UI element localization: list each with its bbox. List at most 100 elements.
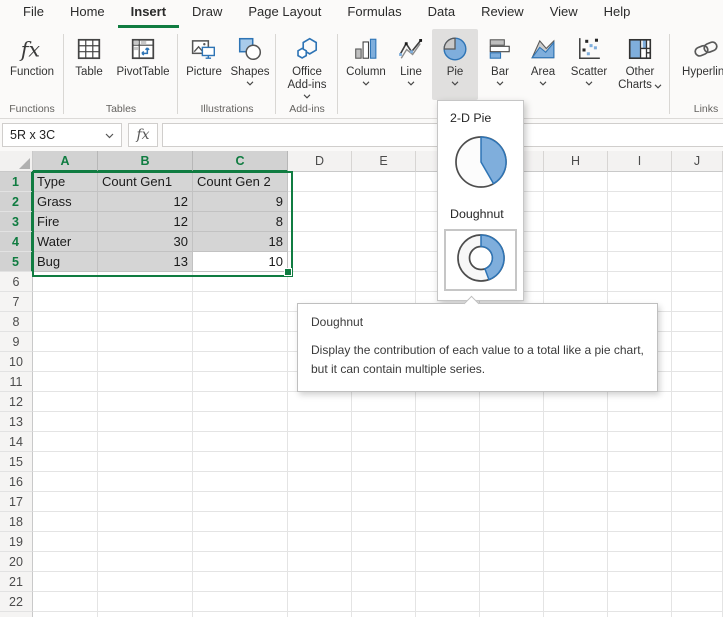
cell-F23[interactable] <box>416 612 480 617</box>
cell-C6[interactable] <box>193 272 288 292</box>
row-header-23[interactable]: 23 <box>0 612 33 617</box>
cell-H21[interactable] <box>544 572 608 592</box>
cell-E14[interactable] <box>352 432 416 452</box>
column-header-a[interactable]: A <box>33 151 98 172</box>
cell-G17[interactable] <box>480 492 544 512</box>
shapes-button[interactable]: Shapes <box>228 29 272 100</box>
cell-I3[interactable] <box>608 212 672 232</box>
cell-A21[interactable] <box>33 572 98 592</box>
cell-H20[interactable] <box>544 552 608 572</box>
cell-J5[interactable] <box>672 252 723 272</box>
cell-F18[interactable] <box>416 512 480 532</box>
insert-function-button[interactable]: fx <box>128 123 158 147</box>
cell-D13[interactable] <box>288 412 352 432</box>
function-button[interactable]: fxFunction <box>4 29 60 100</box>
tab-review[interactable]: Review <box>468 0 537 28</box>
cell-D20[interactable] <box>288 552 352 572</box>
cell-C4[interactable]: 18 <box>193 232 288 252</box>
cell-F15[interactable] <box>416 452 480 472</box>
cell-J19[interactable] <box>672 532 723 552</box>
cell-E15[interactable] <box>352 452 416 472</box>
cell-H15[interactable] <box>544 452 608 472</box>
cell-E2[interactable] <box>352 192 416 212</box>
cell-J1[interactable] <box>672 172 723 192</box>
cell-F13[interactable] <box>416 412 480 432</box>
cell-B15[interactable] <box>98 452 193 472</box>
cell-D14[interactable] <box>288 432 352 452</box>
cell-A10[interactable] <box>33 352 98 372</box>
cell-H4[interactable] <box>544 232 608 252</box>
row-header-18[interactable]: 18 <box>0 512 33 532</box>
cell-J17[interactable] <box>672 492 723 512</box>
cell-G19[interactable] <box>480 532 544 552</box>
cell-E21[interactable] <box>352 572 416 592</box>
cell-E3[interactable] <box>352 212 416 232</box>
row-header-13[interactable]: 13 <box>0 412 33 432</box>
cell-A23[interactable] <box>33 612 98 617</box>
cell-C5[interactable]: 10 <box>193 252 288 272</box>
cell-H5[interactable] <box>544 252 608 272</box>
cell-G20[interactable] <box>480 552 544 572</box>
cell-A8[interactable] <box>33 312 98 332</box>
cell-G21[interactable] <box>480 572 544 592</box>
cell-D15[interactable] <box>288 452 352 472</box>
cell-I19[interactable] <box>608 532 672 552</box>
cell-D21[interactable] <box>288 572 352 592</box>
cell-D23[interactable] <box>288 612 352 617</box>
cell-I14[interactable] <box>608 432 672 452</box>
cell-J18[interactable] <box>672 512 723 532</box>
cell-A7[interactable] <box>33 292 98 312</box>
cell-G22[interactable] <box>480 592 544 612</box>
cell-J8[interactable] <box>672 312 723 332</box>
cell-F21[interactable] <box>416 572 480 592</box>
cell-A4[interactable]: Water <box>33 232 98 252</box>
cell-D22[interactable] <box>288 592 352 612</box>
cell-D5[interactable] <box>288 252 352 272</box>
cell-A13[interactable] <box>33 412 98 432</box>
cell-B19[interactable] <box>98 532 193 552</box>
cell-B2[interactable]: 12 <box>98 192 193 212</box>
cell-J22[interactable] <box>672 592 723 612</box>
cell-J9[interactable] <box>672 332 723 352</box>
cell-H3[interactable] <box>544 212 608 232</box>
cell-J2[interactable] <box>672 192 723 212</box>
cell-F19[interactable] <box>416 532 480 552</box>
cell-E4[interactable] <box>352 232 416 252</box>
column-header-h[interactable]: H <box>544 151 608 172</box>
cell-C9[interactable] <box>193 332 288 352</box>
cell-H17[interactable] <box>544 492 608 512</box>
cell-B6[interactable] <box>98 272 193 292</box>
doughnut-option[interactable] <box>444 229 517 291</box>
cell-I5[interactable] <box>608 252 672 272</box>
cell-C16[interactable] <box>193 472 288 492</box>
row-header-20[interactable]: 20 <box>0 552 33 572</box>
cell-J23[interactable] <box>672 612 723 617</box>
column-header-j[interactable]: J <box>672 151 723 172</box>
area-button[interactable]: Area <box>522 29 564 100</box>
row-header-6[interactable]: 6 <box>0 272 33 292</box>
cell-C2[interactable]: 9 <box>193 192 288 212</box>
scatter-button[interactable]: Scatter <box>566 29 612 100</box>
cell-B23[interactable] <box>98 612 193 617</box>
cell-G13[interactable] <box>480 412 544 432</box>
cell-E13[interactable] <box>352 412 416 432</box>
tab-page-layout[interactable]: Page Layout <box>235 0 334 28</box>
cell-F16[interactable] <box>416 472 480 492</box>
cell-D12[interactable] <box>288 392 352 412</box>
row-header-17[interactable]: 17 <box>0 492 33 512</box>
row-header-22[interactable]: 22 <box>0 592 33 612</box>
cell-J7[interactable] <box>672 292 723 312</box>
cell-C8[interactable] <box>193 312 288 332</box>
cell-J15[interactable] <box>672 452 723 472</box>
cell-A22[interactable] <box>33 592 98 612</box>
tab-formulas[interactable]: Formulas <box>334 0 414 28</box>
cell-H23[interactable] <box>544 612 608 617</box>
cell-I18[interactable] <box>608 512 672 532</box>
cell-D3[interactable] <box>288 212 352 232</box>
cell-J3[interactable] <box>672 212 723 232</box>
cell-C17[interactable] <box>193 492 288 512</box>
cell-B10[interactable] <box>98 352 193 372</box>
cell-C18[interactable] <box>193 512 288 532</box>
selection-fill-handle[interactable] <box>284 268 292 276</box>
cell-B11[interactable] <box>98 372 193 392</box>
